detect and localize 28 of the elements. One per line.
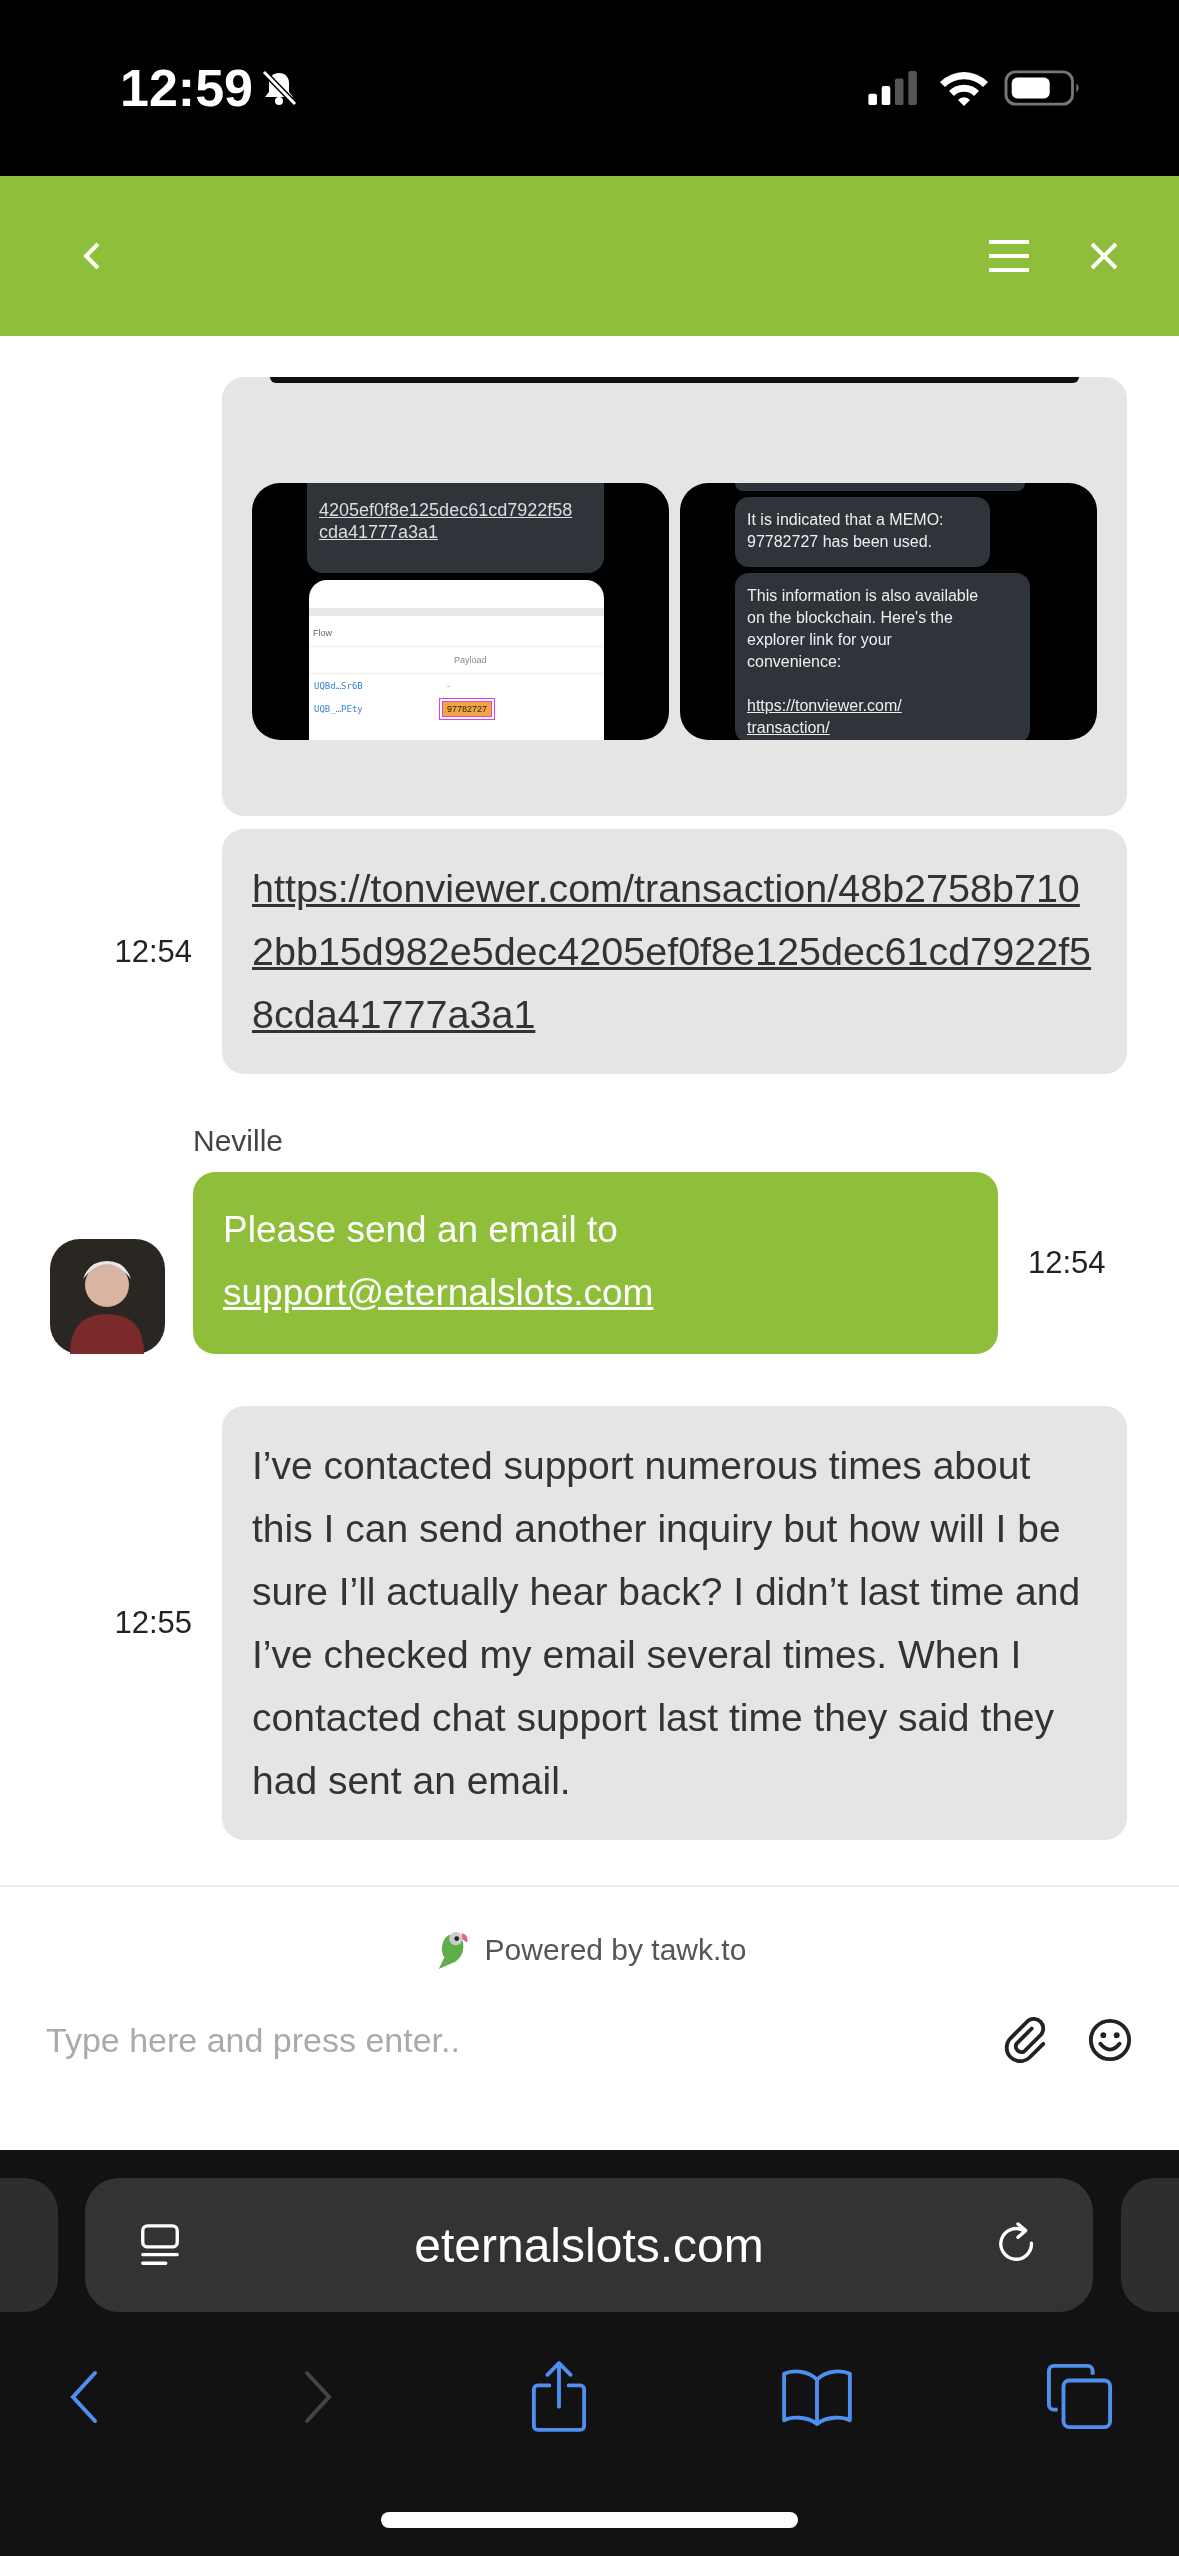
message-link[interactable]: https://tonviewer.com/transaction/48b2758b7102bb15d982e5dec4205ef0f8e125dec61cd7922f58cda41777a3a1 (252, 857, 1097, 1046)
share-icon[interactable] (529, 2360, 588, 2434)
link-text: https://tonviewer.com/ transaction/ (747, 696, 903, 738)
book-icon[interactable] (779, 2368, 854, 2426)
message-text: I’ve contacted support numerous times about this I can send another inquiry but how will I be sure I’ll actually hear back? I didn’t last time and I’ve checked my email several times. When I contacted chat support last time they said they had sent an email. (252, 1443, 1082, 1804)
screenshot-thumbnail[interactable]: It is indicated that a MEMO: 97782727 has been used. This information is also available on the blockchain. Here's the explorer link for your convenience: https://tonviewer.com/ transaction/ (680, 483, 1097, 740)
message-time: 12:54 (1028, 1245, 1106, 1281)
message-time: 12:54 (114, 933, 192, 969)
message-text: Please send an email to support@eternalslots.com (223, 1208, 655, 1315)
message-text: This information is also available on the blockchain. Here's the explorer link for your convenience: (747, 586, 980, 672)
payload-text: - (446, 679, 451, 693)
agent-name: Neville (193, 1124, 285, 1158)
message-input[interactable]: Type here and press enter.. (46, 2020, 965, 2060)
message-time: 12:55 (114, 1605, 192, 1640)
message-text: It is indicated that a MEMO: 97782727 has been used. (747, 510, 945, 552)
address-text: UQBd…Sr6B (314, 680, 364, 691)
url-text: eternalslots.com (414, 2217, 764, 2273)
address-bar[interactable]: eternalslots.com (85, 2178, 1093, 2312)
address-text: UQB_…PEty (314, 703, 364, 714)
column-header: Payload (453, 654, 488, 667)
payload-text: 97782727 (442, 700, 493, 717)
link-text: 4205ef0f8e125dec61cd7922f58 cda41777a3a1 (319, 499, 573, 543)
screenshot-thumbnail[interactable]: 4205ef0f8e125dec61cd7922f58 cda41777a3a1 Flow Payload UQBd…Sr6B - UQB_…PEty 97782727 (252, 483, 669, 740)
tabs-icon[interactable] (1046, 2363, 1114, 2431)
column-header: Flow (312, 627, 333, 640)
status-time: 12:59 (120, 58, 253, 118)
emoji-icon[interactable] (1087, 2017, 1133, 2063)
powered-by-text[interactable]: Powered by tawk.to (484, 1933, 747, 1967)
